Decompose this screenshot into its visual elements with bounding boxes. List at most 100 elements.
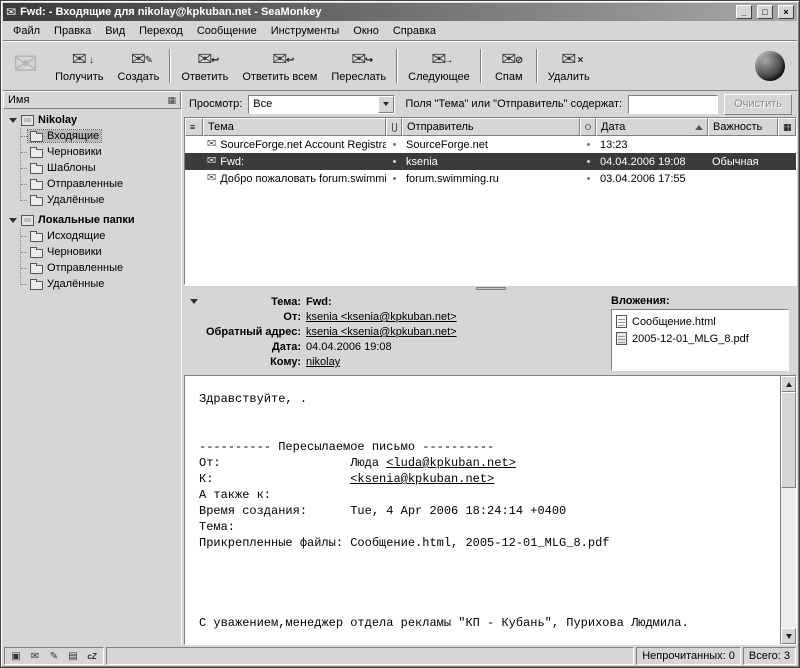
message-row[interactable]: ✉Добро пожаловать forum.swimming.ruforum…	[185, 170, 796, 187]
column-label: Тема	[208, 121, 234, 133]
folder-item[interactable]: Отправленные	[17, 260, 181, 276]
scroll-up-icon[interactable]	[781, 376, 796, 392]
seamonkey-logo-icon[interactable]	[755, 51, 785, 81]
chevron-down-icon[interactable]	[378, 96, 394, 113]
header-field-value[interactable]: nikolay	[306, 355, 340, 370]
horizontal-splitter[interactable]	[184, 285, 797, 291]
column-header-attachment[interactable]	[386, 118, 402, 136]
clear-button[interactable]: Очистить	[724, 94, 792, 115]
folder-item[interactable]: Отправленные	[17, 176, 181, 192]
folder-column-picker-icon[interactable]: ▦	[167, 95, 176, 106]
column-header-priority[interactable]: Важность	[708, 118, 778, 136]
reply-all-icon: ✉↩	[272, 50, 287, 69]
total-count: Всего: 3	[743, 647, 796, 665]
menu-item-message[interactable]: Сообщение	[190, 22, 264, 40]
menu-item-go[interactable]: Переход	[132, 22, 190, 40]
menu-item-window[interactable]: Окно	[346, 22, 386, 40]
cell-sender: ksenia	[402, 156, 580, 168]
column-header-thread[interactable]: ≡	[185, 118, 203, 136]
maximize-button[interactable]: □	[757, 5, 773, 19]
address-book-icon[interactable]: ▤	[66, 649, 80, 663]
attachment-dot	[393, 177, 396, 180]
next-button[interactable]: ✉→Следующее	[401, 44, 477, 88]
email-link[interactable]: <ksenia@kpkuban.net>	[350, 472, 494, 486]
column-picker-icon[interactable]: ▦	[783, 122, 792, 133]
tree-account[interactable]: Локальные папки	[5, 212, 181, 228]
message-row[interactable]: ✉SourceForge.net Account Registration: E…	[185, 136, 796, 153]
header-field-label: Тема:	[206, 295, 306, 310]
folder-item[interactable]: Черновики	[17, 244, 181, 260]
menu-item-tools[interactable]: Инструменты	[264, 22, 347, 40]
header-field: Тема:Fwd:	[206, 295, 603, 310]
navigator-icon[interactable]: ▣	[9, 649, 23, 663]
column-header-sender[interactable]: Отправитель	[402, 118, 580, 136]
header-field-value[interactable]: ksenia <ksenia@kpkuban.net>	[306, 310, 457, 325]
close-button[interactable]: ×	[778, 5, 794, 19]
message-list-header: ≡ Тема Отправитель Дата Важность ▦	[185, 118, 796, 136]
folder-item[interactable]: Входящие	[17, 128, 181, 144]
column-label: Отправитель	[407, 121, 474, 133]
cell-subject: ✉SourceForge.net Account Registration: E…	[203, 139, 386, 151]
folder-item[interactable]: Шаблоны	[17, 160, 181, 176]
compose-button[interactable]: ✉✎Создать	[111, 44, 167, 88]
message-list: ≡ Тема Отправитель Дата Важность ▦ ✉SourceFor…	[184, 117, 797, 285]
tree-account[interactable]: Nikolay	[5, 112, 181, 128]
reply-all-button[interactable]: ✉↩Ответить всем	[235, 44, 324, 88]
chatzilla-icon[interactable]: cZ	[85, 649, 99, 663]
folder-item[interactable]: Черновики	[17, 144, 181, 160]
message-body-line: Время создания: Tue, 4 Apr 2006 18:24:14…	[199, 503, 780, 519]
menu-item-edit[interactable]: Правка	[47, 22, 98, 40]
attachment-item[interactable]: 2005-12-01_MLG_8.pdf	[616, 330, 784, 347]
header-field-value[interactable]: ksenia <ksenia@kpkuban.net>	[306, 325, 457, 340]
column-header-subject[interactable]: Тема	[203, 118, 386, 136]
search-input[interactable]	[628, 95, 718, 114]
menu-item-view[interactable]: Вид	[98, 22, 132, 40]
folder-label: Черновики	[47, 146, 102, 158]
junk-button[interactable]: ✉⊘Спам	[485, 44, 533, 88]
scrollbar[interactable]	[780, 376, 796, 644]
column-label: Дата	[601, 121, 625, 133]
collapse-header-icon[interactable]	[190, 299, 198, 304]
folder-item-wrap: Шаблоны	[28, 162, 98, 174]
twisty-open-icon[interactable]	[9, 218, 17, 223]
header-field: Кому:nikolay	[206, 355, 603, 370]
forward-button[interactable]: ✉↪Переслать	[324, 44, 393, 88]
menu-item-file[interactable]: Файл	[6, 22, 47, 40]
reply-button[interactable]: ✉↩Ответить	[174, 44, 235, 88]
compose-label: Создать	[118, 71, 160, 83]
folder-label: Отправленные	[47, 262, 123, 274]
email-link[interactable]: <luda@kpkuban.net>	[386, 456, 516, 470]
column-header-read[interactable]	[580, 118, 596, 136]
cell-subject: ✉Добро пожаловать forum.swimming.ru	[203, 173, 386, 185]
scrollbar-track[interactable]	[781, 392, 796, 628]
delete-button[interactable]: ✉×Удалить	[541, 44, 597, 88]
folder-item[interactable]: Удалённые	[17, 276, 181, 292]
main-area: Имя ▦ NikolayВходящие Черновики Шаблоны Отп…	[3, 91, 797, 645]
column-label: Важность	[713, 121, 762, 133]
header-field-label: Обратный адрес:	[206, 325, 306, 340]
forward-icon: ✉↪	[351, 50, 366, 69]
cell-attachment	[386, 143, 402, 146]
view-select[interactable]: Все	[248, 95, 395, 114]
folder-label: Удалённые	[47, 278, 104, 290]
menu-item-help[interactable]: Справка	[386, 22, 443, 40]
twisty-open-icon[interactable]	[9, 118, 17, 123]
scroll-down-icon[interactable]	[781, 628, 796, 644]
message-body-line	[199, 583, 780, 599]
composer-icon[interactable]: ✎	[47, 649, 61, 663]
titlebar[interactable]: ✉ Fwd: - Входящие для nikolay@kpkuban.ne…	[3, 3, 797, 21]
message-row[interactable]: ✉Fwd:ksenia04.04.2006 19:08Обычная	[185, 153, 796, 170]
folder-item[interactable]: Исходящие	[17, 228, 181, 244]
get-mail-button[interactable]: ✉↓Получить	[48, 44, 110, 88]
folder-pane-header[interactable]: Имя ▦	[3, 91, 181, 109]
attachment-item[interactable]: Сообщение.html	[616, 313, 784, 330]
attachment-name: Сообщение.html	[632, 316, 716, 328]
column-header-date[interactable]: Дата	[596, 118, 708, 136]
folder-pane: Имя ▦ NikolayВходящие Черновики Шаблоны Отп…	[3, 91, 181, 645]
splitter-grip[interactable]	[476, 287, 506, 290]
minimize-button[interactable]: _	[736, 5, 752, 19]
folder-item[interactable]: Удалённые	[17, 192, 181, 208]
mail-icon[interactable]: ✉	[28, 649, 42, 663]
column-header-picker[interactable]: ▦	[778, 118, 796, 136]
scrollbar-thumb[interactable]	[781, 392, 796, 488]
